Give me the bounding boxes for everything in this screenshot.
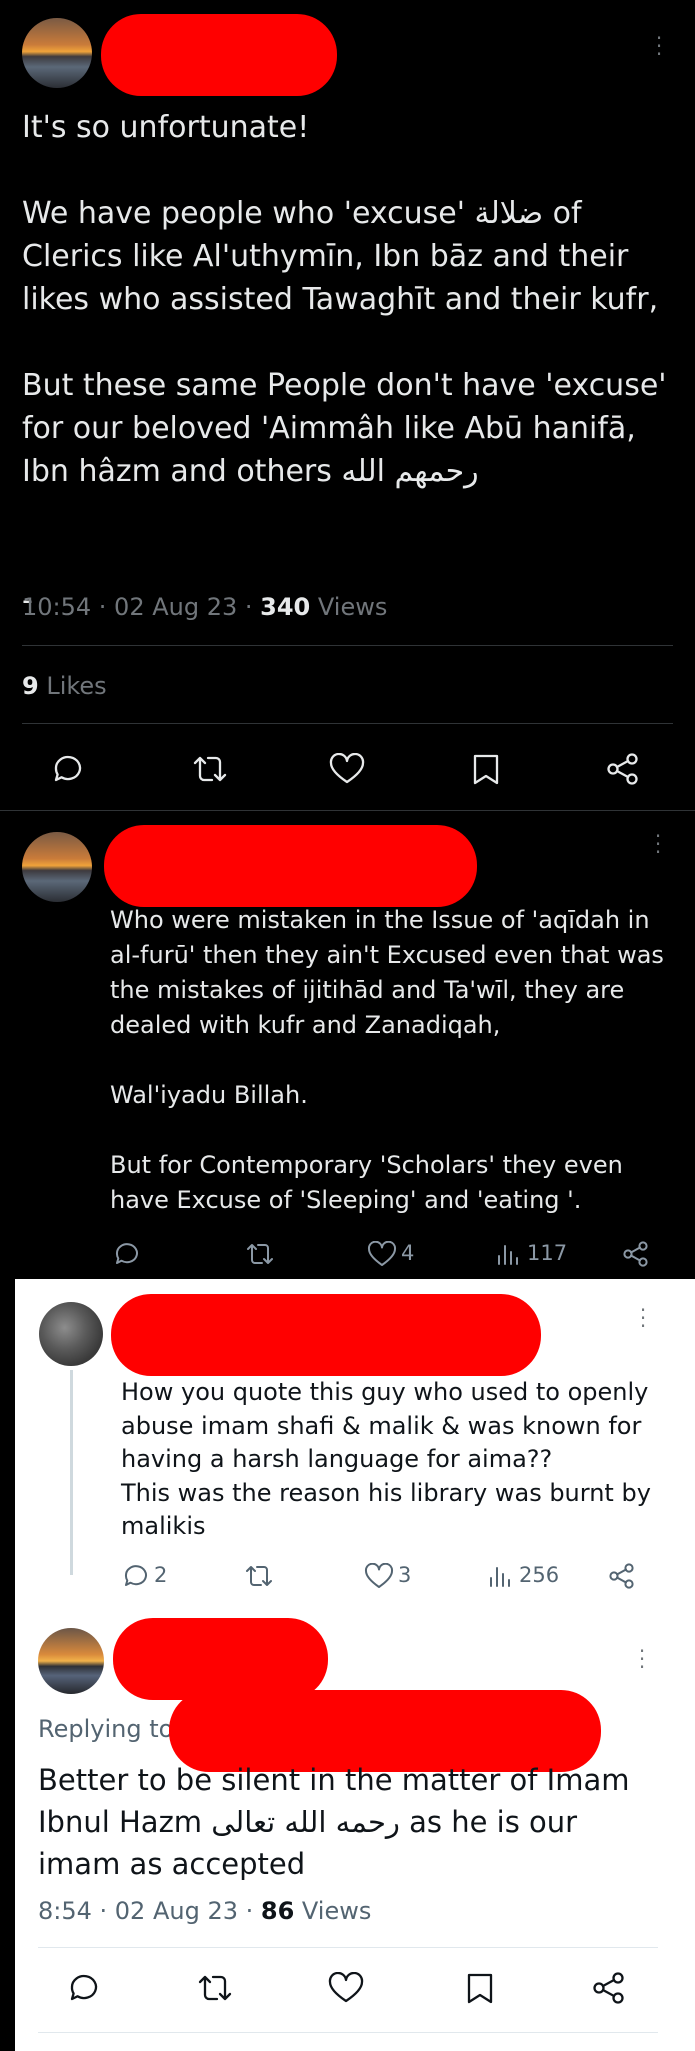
views-count: 256 — [519, 1563, 560, 1587]
reply-icon[interactable] — [113, 1240, 141, 1268]
more-icon[interactable]: · · · — [637, 1641, 647, 1677]
divider — [38, 1947, 658, 1948]
thread-line — [70, 1370, 73, 1575]
views-icon[interactable] — [488, 1564, 512, 1588]
more-icon[interactable]: · · · — [638, 1300, 648, 1336]
divider — [38, 2032, 658, 2033]
reply-count: 2 — [154, 1563, 168, 1587]
retweet-icon[interactable] — [244, 1240, 276, 1268]
reply-text: How you quote this guy who used to openl… — [121, 1378, 651, 1540]
share-icon[interactable] — [622, 1240, 650, 1268]
redacted-username — [104, 825, 477, 907]
avatar[interactable] — [22, 18, 92, 88]
replying-to-label: Replying to — [38, 1715, 174, 1743]
like-icon[interactable] — [367, 1241, 397, 1267]
like-icon[interactable] — [328, 1972, 364, 2004]
likes-count[interactable]: 9 Likes — [22, 672, 107, 700]
reply-icon[interactable] — [67, 1971, 101, 2005]
post-timestamp: 10:54 · 02 Aug 23 · 340 Views — [22, 593, 388, 621]
retweet-icon[interactable] — [196, 1971, 234, 2005]
reply-icon[interactable] — [122, 1562, 150, 1590]
redacted-username — [111, 1294, 541, 1376]
reply-icon[interactable] — [51, 752, 85, 786]
retweet-icon[interactable] — [243, 1562, 275, 1590]
more-icon[interactable]: · · · — [654, 28, 664, 64]
like-icon[interactable] — [329, 753, 365, 785]
redacted-username — [101, 14, 337, 96]
more-icon[interactable]: · · · — [653, 826, 663, 862]
share-icon[interactable] — [592, 1971, 626, 2005]
bookmark-icon[interactable] — [471, 752, 501, 786]
views-count: 117 — [527, 1241, 568, 1265]
like-count: 3 — [398, 1563, 412, 1587]
like-count: 4 — [401, 1241, 415, 1265]
post-timestamp: 8:54 · 02 Aug 23 · 86 Views — [38, 1897, 372, 1925]
bookmark-icon[interactable] — [465, 1971, 495, 2005]
avatar[interactable] — [39, 1302, 103, 1366]
reply-text: Better to be silent in the matter of Ima… — [38, 1763, 630, 1881]
views-icon[interactable] — [496, 1242, 520, 1266]
redacted-username — [113, 1618, 328, 1700]
share-icon[interactable] — [606, 752, 640, 786]
retweet-icon[interactable] — [191, 752, 229, 786]
divider — [22, 645, 673, 646]
like-icon[interactable] — [364, 1563, 394, 1589]
avatar[interactable] — [38, 1628, 104, 1694]
share-icon[interactable] — [608, 1562, 636, 1590]
divider — [0, 810, 695, 811]
avatar[interactable] — [22, 832, 92, 902]
divider — [22, 723, 673, 724]
reply-text: Who were mistaken in the Issue of 'aqīda… — [110, 906, 664, 1214]
post-text: It's so unfortunate! We have people who … — [22, 110, 667, 618]
